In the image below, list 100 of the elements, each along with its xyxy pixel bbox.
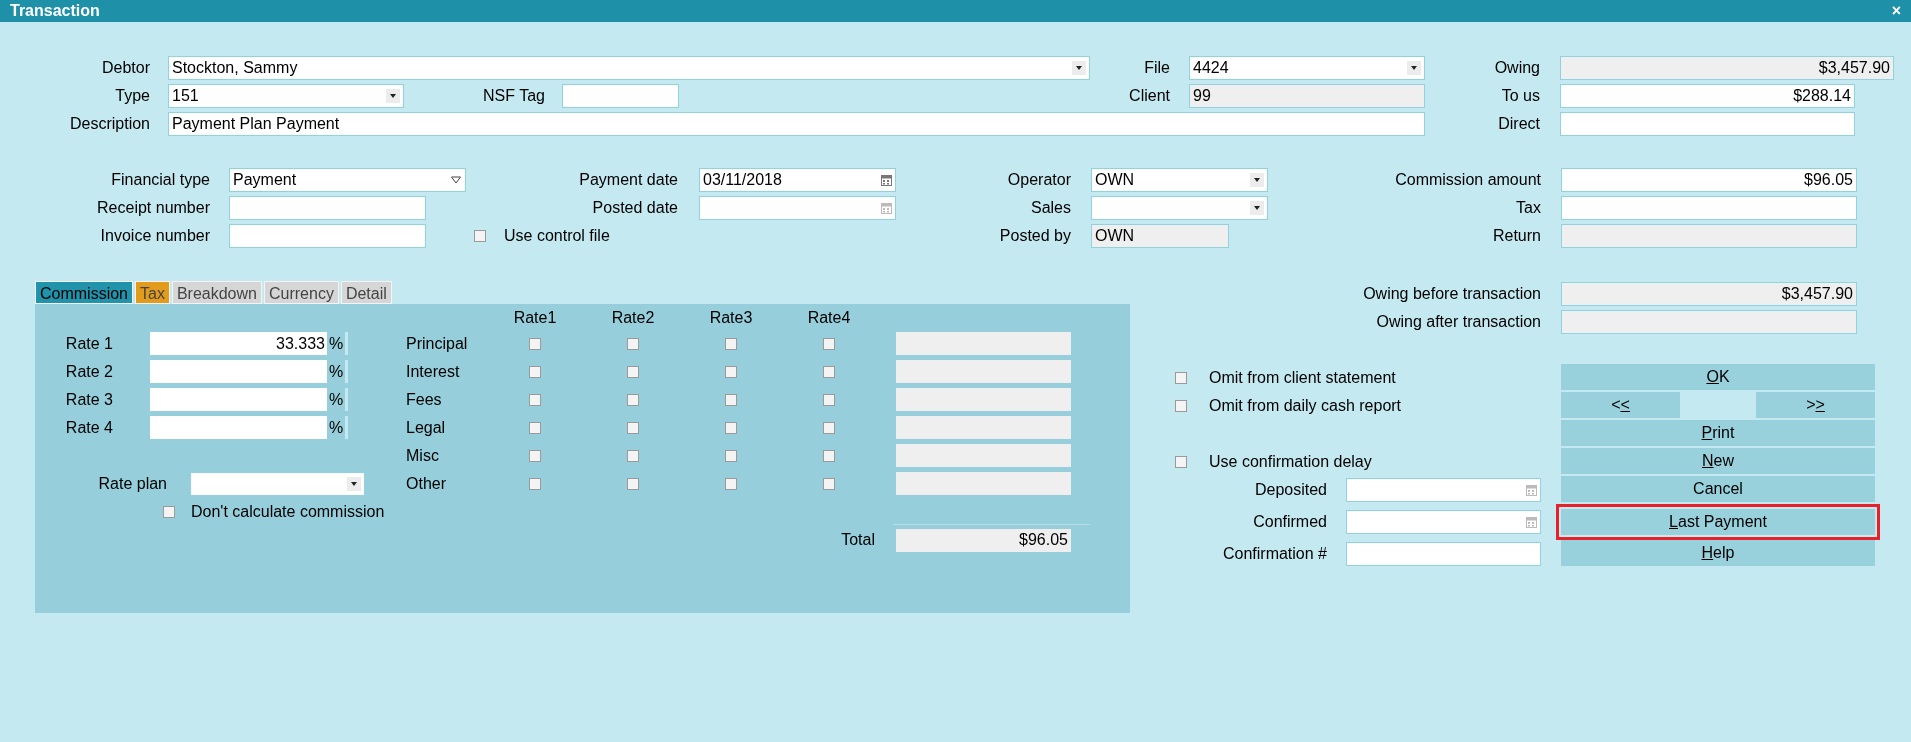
checkbox[interactable]: [823, 449, 835, 462]
option-label: Omit from daily cash report: [1209, 396, 1402, 416]
checkbox[interactable]: [1175, 456, 1187, 468]
field-label: Financial type: [111, 170, 210, 190]
checkbox[interactable]: [474, 230, 486, 242]
input-field[interactable]: [1560, 112, 1855, 136]
tab[interactable]: Detail: [340, 281, 392, 304]
field-label: Owing after transaction: [1376, 312, 1541, 332]
checkbox[interactable]: [529, 365, 541, 378]
next-button[interactable]: >>: [1756, 392, 1875, 418]
column-header: Rate2: [611, 308, 655, 328]
checkbox[interactable]: [725, 365, 737, 378]
field-label: Rate 2: [65, 361, 113, 382]
unit-label: %: [327, 389, 345, 410]
checkbox[interactable]: [627, 421, 639, 434]
dialog-button[interactable]: Print: [1561, 420, 1875, 446]
input-field[interactable]: 99: [1189, 84, 1425, 108]
checkbox[interactable]: [823, 337, 835, 350]
input-field[interactable]: [1561, 196, 1857, 220]
checkbox[interactable]: [627, 393, 639, 406]
row-label: Misc: [406, 446, 439, 464]
dialog-button[interactable]: Cancel: [1561, 476, 1875, 502]
checkbox[interactable]: [627, 365, 639, 378]
input-field[interactable]: [1561, 310, 1857, 334]
close-button[interactable]: ×: [1891, 3, 1901, 19]
field-label: Commission amount: [1395, 170, 1541, 190]
input-field[interactable]: $3,457.90: [1560, 56, 1894, 80]
dropdown-field[interactable]: Stockton, Sammy: [168, 56, 1090, 80]
input-field[interactable]: [229, 224, 426, 248]
field-label: Posted date: [592, 198, 678, 218]
input-field[interactable]: 33.333: [150, 332, 327, 355]
input-field[interactable]: OWN: [1091, 224, 1229, 248]
checkbox[interactable]: [823, 393, 835, 406]
dropdown-field[interactable]: 4424: [1189, 56, 1425, 80]
checkbox[interactable]: [725, 393, 737, 406]
input-field[interactable]: [229, 196, 426, 220]
input-field[interactable]: [562, 84, 679, 108]
dialog-button[interactable]: Last Payment: [1561, 509, 1875, 535]
input-field[interactable]: Payment Plan Payment: [168, 112, 1425, 136]
dropdown-field[interactable]: [1091, 196, 1268, 220]
checkbox[interactable]: [529, 449, 541, 462]
field-label: To us: [1501, 86, 1540, 106]
checkbox[interactable]: [823, 477, 835, 490]
checkbox[interactable]: [725, 337, 737, 350]
checkbox[interactable]: [529, 421, 541, 434]
checkbox[interactable]: [1175, 400, 1187, 412]
checkbox[interactable]: [823, 365, 835, 378]
checkbox[interactable]: [627, 449, 639, 462]
row-label: Other: [406, 474, 446, 492]
row-label: Principal: [406, 334, 468, 352]
checkbox[interactable]: [725, 477, 737, 490]
date-field[interactable]: [699, 196, 896, 220]
field-label: Description: [69, 114, 150, 134]
input-field[interactable]: [150, 416, 327, 439]
amount-field: $96.05: [896, 528, 1071, 552]
checkbox[interactable]: [1175, 372, 1187, 384]
dropdown-field[interactable]: [190, 471, 365, 496]
field-label: Rate plan: [98, 473, 167, 494]
dialog-button[interactable]: Help: [1561, 540, 1875, 566]
field-label: Payment date: [579, 170, 678, 190]
input-field[interactable]: $3,457.90: [1561, 282, 1857, 306]
field-label: Deposited: [1254, 480, 1327, 500]
field-label: Owing: [1494, 58, 1540, 78]
dialog-button[interactable]: New: [1561, 448, 1875, 474]
previous-button[interactable]: <<: [1561, 392, 1680, 418]
checkbox[interactable]: [529, 337, 541, 350]
input-field[interactable]: [1346, 542, 1541, 566]
tab[interactable]: Breakdown: [171, 281, 262, 304]
date-field[interactable]: 03/11/2018: [699, 168, 896, 192]
dropdown-field[interactable]: OWN: [1091, 168, 1268, 192]
field-label: Owing before transaction: [1363, 284, 1541, 304]
dialog-button[interactable]: OK: [1561, 364, 1875, 390]
tab[interactable]: Tax: [135, 281, 170, 304]
input-field[interactable]: $288.14: [1560, 84, 1855, 108]
checkbox[interactable]: [627, 477, 639, 490]
date-field[interactable]: [1346, 510, 1541, 534]
input-field[interactable]: $96.05: [1561, 168, 1857, 192]
input-field[interactable]: [150, 388, 327, 411]
calendar-icon: [1526, 516, 1537, 528]
date-field[interactable]: [1346, 478, 1541, 502]
checkbox[interactable]: [725, 421, 737, 434]
calendar-icon: [881, 174, 892, 186]
window-title: Transaction: [10, 1, 100, 21]
field-label: Type: [115, 86, 150, 106]
calendar-icon: [881, 202, 892, 214]
field-label: Invoice number: [100, 226, 210, 246]
tab[interactable]: Commission: [35, 281, 133, 304]
checkbox[interactable]: [529, 477, 541, 490]
dropdown-field[interactable]: 151: [168, 84, 404, 108]
dropdown-field[interactable]: Payment: [229, 168, 466, 192]
unit-label: %: [327, 333, 345, 354]
checkbox[interactable]: [823, 421, 835, 434]
field-label: Confirmation #: [1222, 544, 1327, 564]
tab[interactable]: Currency: [263, 281, 339, 304]
checkbox[interactable]: [163, 506, 175, 518]
input-field[interactable]: [1561, 224, 1857, 248]
checkbox[interactable]: [725, 449, 737, 462]
checkbox[interactable]: [529, 393, 541, 406]
input-field[interactable]: [150, 360, 327, 383]
checkbox[interactable]: [627, 337, 639, 350]
